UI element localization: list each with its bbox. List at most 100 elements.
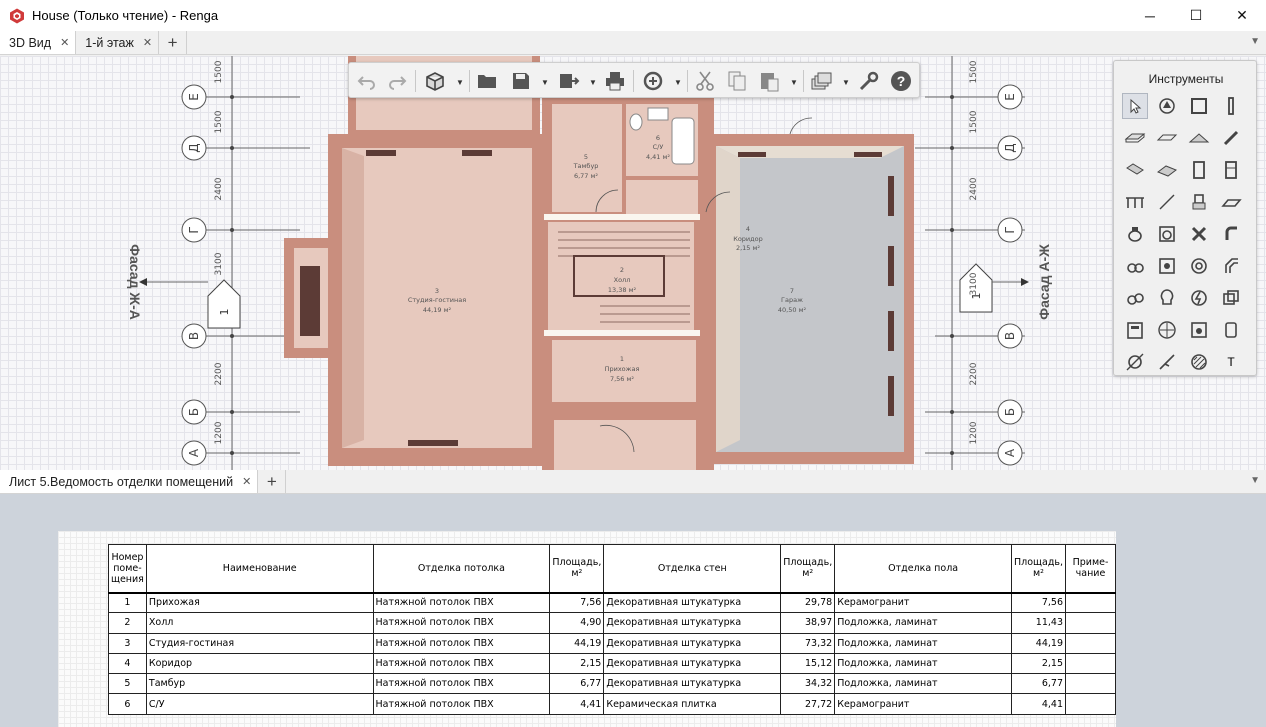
axis-tool-icon[interactable] bbox=[1122, 349, 1148, 375]
slab-tool-icon[interactable] bbox=[1122, 125, 1148, 151]
minimize-button[interactable]: ─ bbox=[1127, 0, 1173, 31]
renga-logo-icon bbox=[10, 8, 24, 23]
cell-wall-finish: Керамическая плитка bbox=[603, 693, 782, 715]
hatch-tool-icon[interactable] bbox=[1186, 349, 1212, 375]
wall-tool-icon[interactable] bbox=[1186, 93, 1212, 119]
cell-number: 4 bbox=[108, 652, 147, 675]
settings-wrench-icon[interactable] bbox=[857, 69, 881, 93]
sync-icon[interactable] bbox=[641, 69, 665, 93]
ramp-tool-icon[interactable] bbox=[1218, 125, 1244, 151]
table-row[interactable]: 5 Тамбур Натяжной потолок ПВХ 6,77 Декоратив… bbox=[108, 673, 1116, 695]
close-tab-icon[interactable]: ✕ bbox=[242, 475, 251, 488]
copy-icon[interactable] bbox=[725, 69, 749, 93]
tab-sheet-5[interactable]: Лист 5.Ведомость отделки помещений ✕ bbox=[0, 470, 259, 493]
select-tool-icon[interactable] bbox=[1122, 93, 1148, 119]
open-folder-icon[interactable] bbox=[475, 69, 499, 93]
duct-tool-icon[interactable] bbox=[1186, 253, 1212, 279]
window-tool-icon[interactable] bbox=[1218, 157, 1244, 183]
cell-floor-finish: Керамогранит bbox=[834, 591, 1013, 614]
add-tab-button[interactable]: + bbox=[159, 31, 188, 54]
roof-tool-icon[interactable] bbox=[1186, 125, 1212, 151]
undo-icon[interactable] bbox=[355, 69, 379, 93]
duct-accessory-icon[interactable] bbox=[1122, 253, 1148, 279]
dimension-label: 2200 bbox=[969, 362, 979, 385]
room-area: 40,50 м² bbox=[778, 306, 807, 314]
material-tool-icon[interactable] bbox=[1154, 93, 1180, 119]
axis-label: В bbox=[1003, 332, 1017, 340]
electrical-equipment-icon[interactable] bbox=[1122, 285, 1148, 311]
header-ceiling-finish: Отделка потолка bbox=[372, 544, 551, 593]
cell-number: 6 bbox=[108, 693, 147, 715]
chevron-down-icon[interactable]: ▼ bbox=[589, 78, 597, 87]
cell-ceiling-finish: Натяжной потолок ПВХ bbox=[372, 612, 551, 634]
cell-wall-finish: Декоративная штукатурка bbox=[603, 673, 782, 695]
print-icon[interactable] bbox=[603, 69, 627, 93]
table-row[interactable]: 1 Прихожая Натяжной потолок ПВХ 7,56 Декорат… bbox=[108, 591, 1116, 614]
close-button[interactable]: ✕ bbox=[1219, 0, 1265, 31]
cell-note bbox=[1065, 612, 1116, 634]
sheet-tab-bar: Лист 5.Ведомость отделки помещений ✕ + ▼ bbox=[0, 470, 1266, 494]
tab-list-dropdown-icon[interactable]: ▼ bbox=[1250, 36, 1260, 47]
tab-1st-floor[interactable]: 1-й этаж ✕ bbox=[76, 31, 160, 54]
table-row[interactable]: 4 Коридор Натяжной потолок ПВХ 2,15 Декорати… bbox=[108, 652, 1116, 675]
opening-tool-icon[interactable] bbox=[1218, 189, 1244, 215]
cable-tray-icon[interactable] bbox=[1218, 285, 1244, 311]
layers-icon[interactable] bbox=[809, 69, 833, 93]
line-tool-icon[interactable] bbox=[1154, 189, 1180, 215]
chevron-down-icon[interactable]: ▼ bbox=[674, 78, 682, 87]
facade-label-left: Фасад Ж-А bbox=[127, 244, 143, 320]
room-tool-icon[interactable] bbox=[1186, 317, 1212, 343]
level-tool-icon[interactable] bbox=[1154, 349, 1180, 375]
paste-icon[interactable] bbox=[757, 69, 781, 93]
pipe-fitting-icon[interactable] bbox=[1218, 221, 1244, 247]
room-number: 3 bbox=[435, 287, 439, 295]
close-tab-icon[interactable]: ✕ bbox=[60, 36, 69, 49]
cut-icon[interactable] bbox=[693, 69, 717, 93]
sheet-view[interactable]: Номер поме-щения Наименование Отделка пот… bbox=[0, 494, 1266, 727]
text-tool-icon[interactable]: T bbox=[1218, 349, 1244, 375]
redo-icon[interactable] bbox=[385, 69, 409, 93]
beam-tool-icon[interactable] bbox=[1154, 125, 1180, 151]
table-row[interactable]: 6 С/У Натяжной потолок ПВХ 4,41 Керамическая… bbox=[108, 693, 1116, 715]
save-icon[interactable] bbox=[509, 69, 533, 93]
annotation-tool-icon[interactable] bbox=[1218, 317, 1244, 343]
close-tab-icon[interactable]: ✕ bbox=[143, 36, 152, 49]
lighting-fixture-icon[interactable] bbox=[1154, 285, 1180, 311]
door-tool-icon[interactable] bbox=[1186, 157, 1212, 183]
plate-tool-icon[interactable] bbox=[1154, 157, 1180, 183]
electrical-device-icon[interactable] bbox=[1186, 285, 1212, 311]
table-row[interactable]: 2 Холл Натяжной потолок ПВХ 4,90 Декоративна… bbox=[108, 612, 1116, 634]
chevron-down-icon[interactable]: ▼ bbox=[541, 78, 549, 87]
route-tool-icon[interactable] bbox=[1154, 317, 1180, 343]
3d-cube-icon[interactable] bbox=[423, 69, 447, 93]
plumbing-fixture-icon[interactable] bbox=[1122, 221, 1148, 247]
pipe-accessory-icon[interactable] bbox=[1186, 221, 1212, 247]
electrical-panel-icon[interactable] bbox=[1122, 317, 1148, 343]
cell-floor-finish: Подложка, ламинат bbox=[834, 673, 1013, 695]
chevron-down-icon[interactable]: ▼ bbox=[456, 78, 464, 87]
add-tab-button[interactable]: + bbox=[258, 470, 287, 493]
ventilation-equipment-icon[interactable] bbox=[1154, 253, 1180, 279]
chevron-down-icon[interactable]: ▼ bbox=[790, 78, 798, 87]
equipment-tool-icon[interactable] bbox=[1186, 189, 1212, 215]
tab-3d-view[interactable]: 3D Вид ✕ bbox=[0, 31, 77, 54]
table-row[interactable]: 3 Студия-гостиная Натяжной потолок ПВХ 44,1… bbox=[108, 632, 1116, 654]
stair-tool-icon[interactable] bbox=[1122, 157, 1148, 183]
duct-fitting-icon[interactable] bbox=[1218, 253, 1244, 279]
railing-tool-icon[interactable] bbox=[1122, 189, 1148, 215]
mechanical-equipment-icon[interactable] bbox=[1154, 221, 1180, 247]
help-icon[interactable]: ? bbox=[889, 69, 913, 93]
tab-list-dropdown-icon[interactable]: ▼ bbox=[1250, 475, 1260, 486]
maximize-button[interactable]: ☐ bbox=[1173, 0, 1219, 31]
room-number: 5 bbox=[584, 153, 588, 161]
column-tool-icon[interactable] bbox=[1218, 93, 1244, 119]
toolbar-separator bbox=[469, 70, 470, 92]
cell-ceiling-area: 2,15 bbox=[549, 652, 605, 675]
chevron-down-icon[interactable]: ▼ bbox=[842, 78, 850, 87]
export-icon[interactable] bbox=[557, 69, 581, 93]
room-number: 1 bbox=[620, 355, 624, 363]
3d-viewport[interactable]: 3 Студия-гостиная 44,19 м² 5 Тамбур 6,77… bbox=[0, 56, 1266, 470]
dimension-label: 2400 bbox=[969, 177, 979, 200]
floating-toolbar: ▼ ▼ ▼ ▼ ▼ ▼ ? bbox=[348, 62, 920, 98]
cell-ceiling-area: 7,56 bbox=[549, 591, 605, 614]
